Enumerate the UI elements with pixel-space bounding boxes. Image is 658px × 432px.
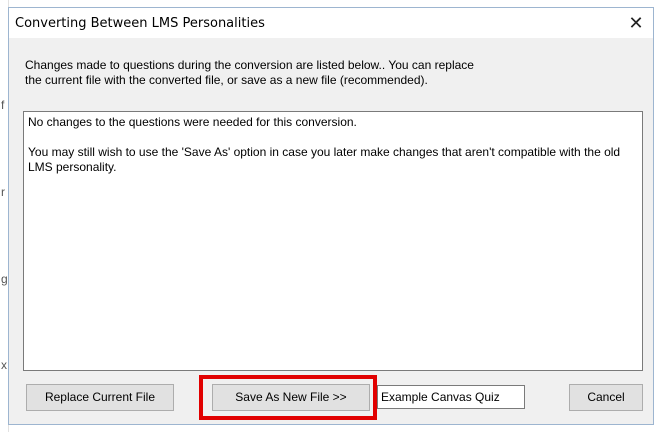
conversion-dialog: Converting Between LMS Personalities ✕ C…	[8, 7, 654, 425]
changes-list[interactable]: No changes to the questions were needed …	[23, 111, 643, 371]
save-as-new-file-button[interactable]: Save As New File >>	[212, 384, 370, 411]
background-glyph: g	[1, 272, 8, 286]
new-filename-input[interactable]	[377, 385, 525, 409]
dialog-title: Converting Between LMS Personalities	[15, 16, 265, 31]
intro-line-2: the current file with the converted file…	[25, 73, 428, 87]
background-glyph: x	[1, 358, 7, 372]
dialog-titlebar: Converting Between LMS Personalities ✕	[9, 8, 653, 38]
replace-current-file-button[interactable]: Replace Current File	[26, 384, 174, 411]
close-icon[interactable]: ✕	[619, 8, 653, 38]
intro-line-1: Changes made to questions during the con…	[25, 58, 474, 72]
background-glyph: f	[1, 98, 5, 112]
cancel-button[interactable]: Cancel	[569, 384, 643, 411]
background-glyph: r	[1, 185, 5, 199]
changes-message-2: You may still wish to use the 'Save As' …	[28, 145, 621, 174]
intro-text: Changes made to questions during the con…	[25, 58, 605, 88]
changes-message-1: No changes to the questions were needed …	[28, 115, 357, 129]
